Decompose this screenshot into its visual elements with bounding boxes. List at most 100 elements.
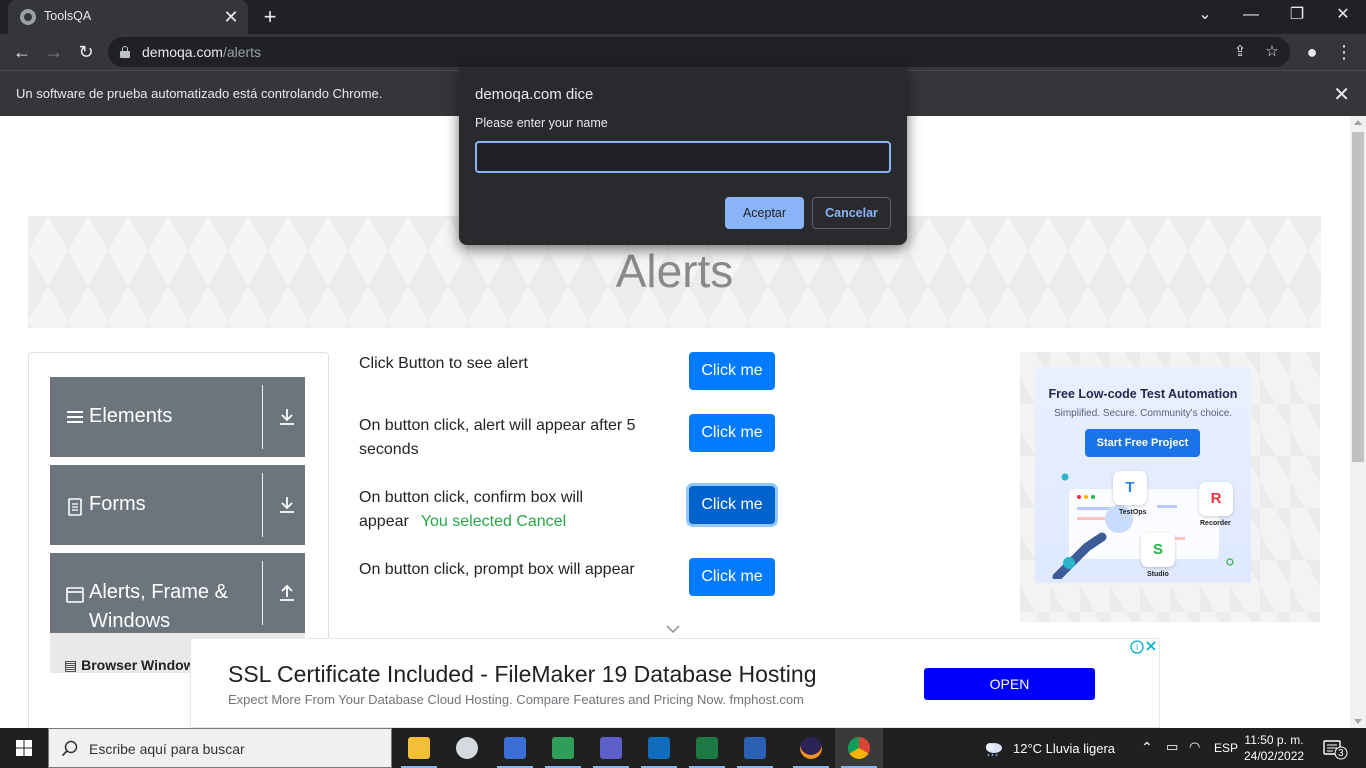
download-arrow-icon (280, 409, 294, 425)
row-label-confirm: On button click, confirm box will appear… (359, 489, 584, 530)
windows-taskbar: Escribe aquí para buscar 12°C Lluvia lig… (0, 728, 1366, 768)
scrollbar-thumb[interactable] (1352, 132, 1364, 462)
download-arrow-icon (280, 497, 294, 513)
search-placeholder: Escribe aquí para buscar (89, 741, 245, 757)
divider (262, 473, 263, 537)
ad-description: Expect More From Your Database Cloud Hos… (228, 692, 804, 707)
sidebar-group-forms[interactable]: Forms (50, 465, 305, 545)
scroll-down-icon[interactable] (1354, 719, 1362, 724)
weather-cloud-icon[interactable] (982, 739, 1004, 757)
confirm-result-text: You selected Cancel (420, 513, 567, 530)
media-icon[interactable] (539, 728, 587, 768)
file-explorer-icon[interactable] (395, 728, 443, 768)
cancel-button[interactable]: Cancelar (812, 197, 891, 229)
network-icon[interactable] (491, 728, 539, 768)
snipping-icon[interactable] (443, 728, 491, 768)
back-button[interactable]: ← (8, 38, 36, 66)
weather-text[interactable]: 12°C Lluvia ligera (1013, 741, 1115, 756)
window-icon (66, 587, 84, 603)
new-tab-button[interactable]: + (258, 4, 282, 30)
ad-card: Free Low-code Test Automation Simplified… (1035, 367, 1251, 583)
page-title: Alerts (615, 245, 734, 297)
infobar-message: Un software de prueba automatizado está … (16, 86, 383, 101)
search-icon (61, 740, 78, 757)
share-icon[interactable]: ⇪ (1230, 42, 1250, 62)
teams-icon[interactable] (587, 728, 635, 768)
prompt-dialog: demoqa.com dice Please enter your name A… (459, 68, 907, 245)
tab-title: ToolsQA (44, 9, 92, 23)
reload-button[interactable]: ↻ (72, 38, 100, 66)
row-label-timer-alert: On button click, alert will appear after… (359, 417, 636, 458)
sidebar-group-alerts-frame-windows[interactable]: Alerts, Frame & Windows (50, 553, 305, 633)
prompt-input[interactable] (475, 141, 891, 173)
clock[interactable]: 11:50 p. m. 24/02/2022 (1244, 732, 1304, 764)
ad-open-button[interactable]: OPEN (924, 668, 1095, 700)
adchoices-icon[interactable]: i (1129, 639, 1159, 655)
close-tab-icon[interactable]: ✕ (220, 6, 242, 28)
excel-icon[interactable] (683, 728, 731, 768)
outlook-icon[interactable] (635, 728, 683, 768)
url-text: demoqa.com/alerts (142, 44, 262, 60)
lock-icon[interactable] (120, 46, 130, 58)
minimize-button[interactable]: — (1228, 0, 1274, 32)
menu-kebab-icon[interactable]: ⋮ (1330, 38, 1358, 66)
row-label-prompt: On button click, prompt box will appear (359, 561, 635, 578)
language-indicator[interactable]: ESP (1214, 741, 1238, 755)
scroll-up-icon[interactable] (1354, 120, 1362, 125)
ad-headline[interactable]: SSL Certificate Included - FileMaker 19 … (228, 661, 817, 688)
word-icon[interactable] (731, 728, 779, 768)
close-icon[interactable]: ✕ (1333, 82, 1350, 107)
bottom-ad[interactable]: SSL Certificate Included - FileMaker 19 … (190, 638, 1160, 728)
sidebar-group-label: Elements (89, 405, 173, 427)
browser-toolbar: ← → ↻ demoqa.com/alerts ⇪ ☆ ● ⋮ (0, 34, 1366, 70)
ad-title: Free Low-code Test Automation (1048, 387, 1238, 401)
tool-label: TestOps (1119, 509, 1147, 516)
notification-count: 3 (1338, 748, 1344, 759)
wifi-icon[interactable]: ◠ (1189, 739, 1200, 755)
sidebar-group-label: Alerts, Frame & Windows (89, 581, 228, 632)
taskbar-search[interactable]: Escribe aquí para buscar (48, 728, 392, 768)
recorder-icon: R (1199, 482, 1233, 516)
divider (262, 561, 263, 625)
start-free-project-button[interactable]: Start Free Project (1085, 429, 1200, 457)
globe-icon (20, 9, 36, 25)
browser-tab[interactable]: ToolsQA ✕ (8, 0, 248, 34)
browser-tab-bar: ToolsQA ✕ + ⌄ — ❐ ✕ (0, 0, 1366, 34)
tool-label: Studio (1147, 571, 1169, 578)
restore-button[interactable]: ❐ (1274, 0, 1320, 32)
timer-alert-button[interactable]: Click me (689, 414, 775, 452)
notification-icon[interactable] (1322, 738, 1348, 760)
dialog-title: demoqa.com dice (475, 86, 594, 103)
chevron-down-icon[interactable] (666, 622, 680, 636)
windows-start-icon[interactable] (0, 728, 48, 768)
sidebar-item-browser-windows[interactable]: ▤ Browser Windows (64, 657, 202, 674)
eclipse-icon[interactable] (787, 728, 835, 768)
network-tray-icon[interactable]: ▭ (1166, 739, 1178, 755)
clock-date: 24/02/2022 (1244, 749, 1305, 763)
sidebar-group-elements[interactable]: Elements (50, 377, 305, 457)
prompt-button[interactable]: Click me (689, 558, 775, 596)
tab-search-icon[interactable]: ⌄ (1182, 0, 1228, 32)
studio-icon: S (1141, 533, 1175, 567)
dialog-message: Please enter your name (475, 116, 608, 130)
divider (262, 385, 263, 449)
testops-icon: T (1113, 471, 1147, 505)
hamburger-icon (67, 411, 83, 423)
profile-icon[interactable]: ● (1298, 38, 1326, 66)
upload-arrow-icon (280, 584, 294, 601)
address-bar[interactable]: demoqa.com/alerts ⇪ ☆ (108, 37, 1290, 67)
chevron-up-icon[interactable]: ⌃ (1141, 739, 1153, 756)
confirm-button[interactable]: Click me (689, 486, 775, 524)
side-ad[interactable]: Free Low-code Test Automation Simplified… (1020, 352, 1320, 622)
alert-button[interactable]: Click me (689, 352, 775, 390)
document-icon (68, 498, 82, 516)
clock-time: 11:50 p. m. (1244, 733, 1304, 747)
forward-button[interactable]: → (40, 38, 68, 66)
ad-subtitle: Simplified. Secure. Community's choice. (1053, 408, 1233, 419)
sidebar-group-label: Forms (89, 493, 146, 515)
bookmark-star-icon[interactable]: ☆ (1262, 42, 1282, 62)
close-window-button[interactable]: ✕ (1320, 0, 1366, 32)
accept-button[interactable]: Aceptar (725, 197, 804, 229)
chrome-icon[interactable] (835, 728, 883, 768)
page-scrollbar[interactable] (1350, 116, 1366, 728)
